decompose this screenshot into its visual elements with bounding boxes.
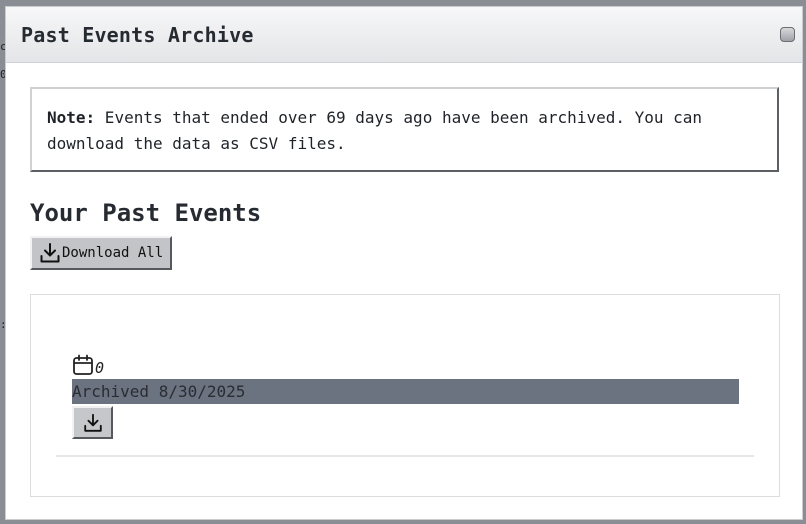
section-title: Your Past Events (30, 199, 262, 227)
archive-note: Note: Events that ended over 69 days ago… (30, 87, 779, 172)
download-all-label: Download All (62, 245, 164, 261)
archived-date: Archived 8/30/2025 (72, 379, 739, 404)
event-download-button[interactable] (72, 406, 113, 439)
dialog-title: Past Events Archive (21, 23, 254, 47)
archive-dialog: Past Events Archive Note: Events that en… (5, 6, 803, 520)
event-meta: 0 (71, 353, 104, 377)
note-label: Note: (47, 108, 96, 127)
download-icon (40, 243, 60, 263)
event-card: 0 Archived 8/30/2025 (56, 295, 754, 457)
dialog-titlebar: Past Events Archive (6, 7, 802, 63)
event-count: 0 (95, 359, 105, 377)
note-text: Events that ended over 69 days ago have … (47, 108, 703, 153)
calendar-icon (73, 354, 93, 375)
events-panel: 0 Archived 8/30/2025 (30, 294, 780, 497)
close-icon[interactable] (780, 27, 795, 42)
download-all-button[interactable]: Download All (30, 236, 172, 270)
download-icon (83, 413, 102, 432)
